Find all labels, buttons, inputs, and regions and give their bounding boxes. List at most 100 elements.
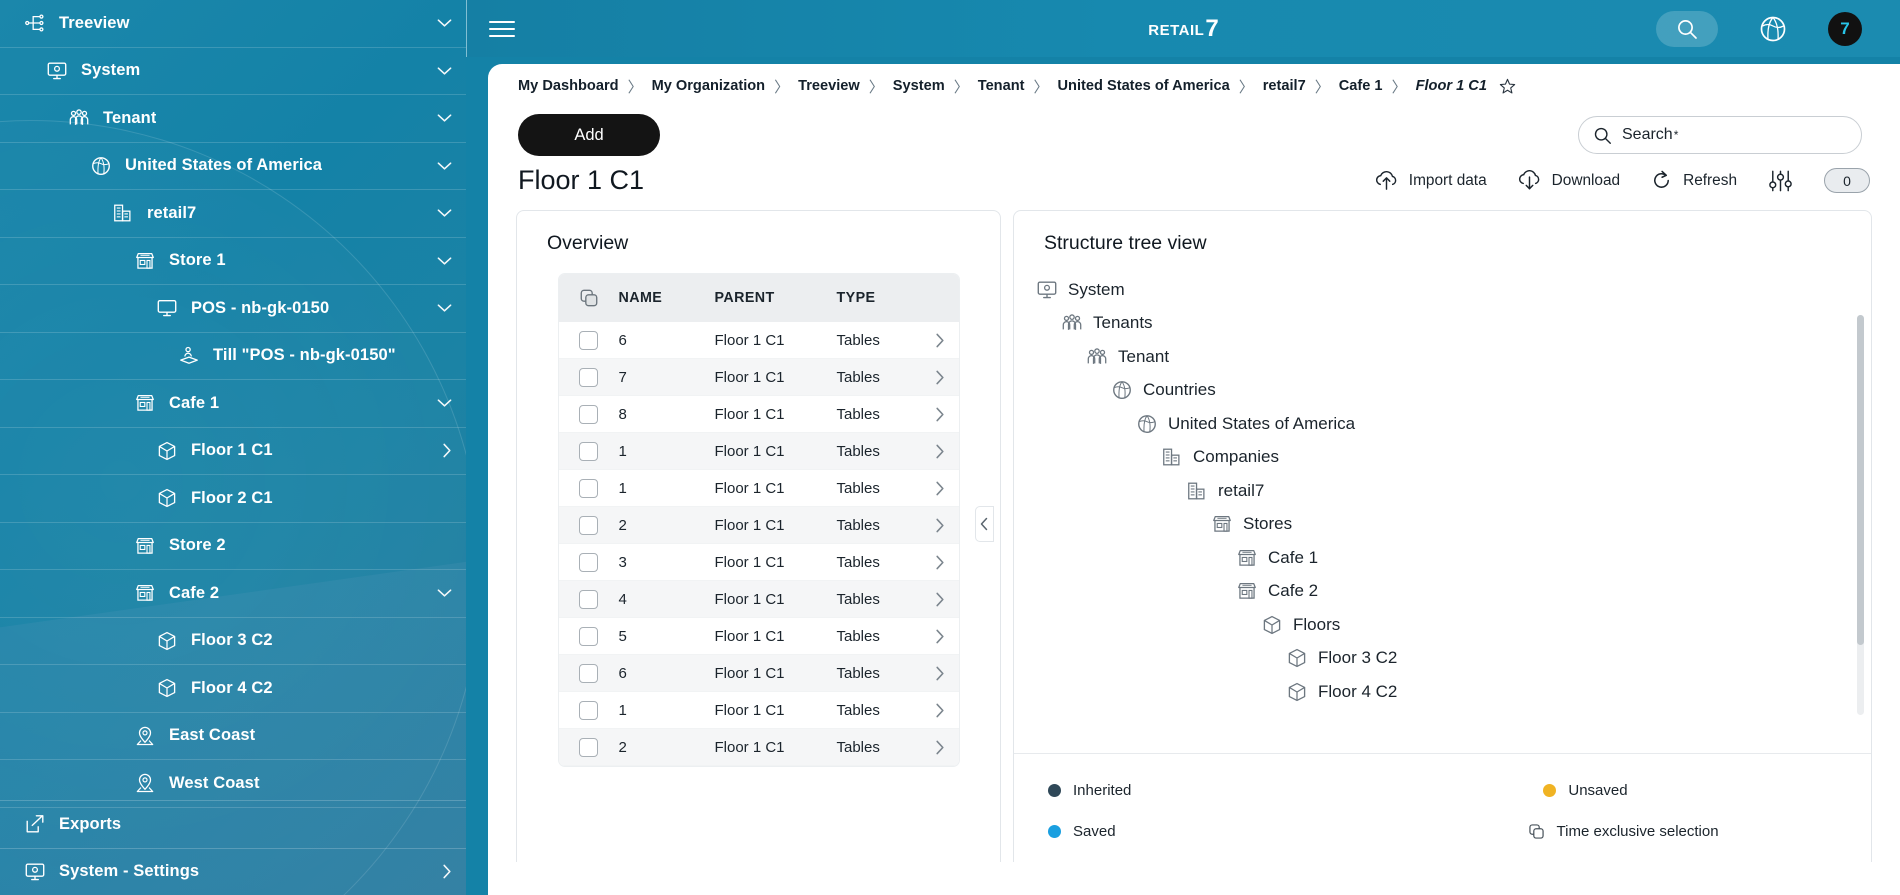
column-header-name[interactable]: NAME <box>619 290 715 306</box>
tree-node-tenant[interactable]: Tenant <box>1014 340 1871 374</box>
tree-scrollbar-thumb[interactable] <box>1857 315 1864 645</box>
row-checkbox[interactable] <box>559 552 619 572</box>
sidebar-item-exports[interactable]: Exports <box>0 800 466 848</box>
tree-node-companies[interactable]: Companies <box>1014 441 1871 475</box>
tree-node-stores[interactable]: Stores <box>1014 508 1871 542</box>
tree-node-system[interactable]: System <box>1014 273 1871 307</box>
sidebar-item-floor-2-c1[interactable]: Floor 2 C1 <box>0 475 466 523</box>
breadcrumb-item-cafe-1[interactable]: Cafe 1 <box>1339 78 1383 94</box>
sidebar-item-treeview[interactable]: Treeview <box>0 0 466 48</box>
table-row[interactable]: 1 Floor 1 C1 Tables <box>558 433 959 470</box>
filter-settings-button[interactable] <box>1767 169 1794 193</box>
row-open-arrow[interactable] <box>929 407 959 422</box>
breadcrumb-item-system[interactable]: System <box>893 78 945 94</box>
row-open-arrow[interactable] <box>929 592 959 607</box>
expand-chevron[interactable] <box>437 66 452 76</box>
tree-node-floors[interactable]: Floors <box>1014 608 1871 642</box>
add-button[interactable]: Add <box>518 114 660 156</box>
row-checkbox[interactable] <box>559 441 619 461</box>
expand-chevron[interactable] <box>437 398 452 408</box>
tree-node-cafe-2[interactable]: Cafe 2 <box>1014 575 1871 609</box>
row-open-arrow[interactable] <box>929 740 959 755</box>
user-avatar[interactable]: 7 <box>1828 11 1862 46</box>
sidebar-item-till-pos-nb-gk-0150[interactable]: Till "POS - nb-gk-0150" <box>0 333 466 380</box>
sidebar-item-pos-nb-gk-0150[interactable]: POS - nb-gk-0150 <box>0 285 466 333</box>
tree-node-retail7[interactable]: retail7 <box>1014 474 1871 508</box>
import-data-button[interactable]: Import data <box>1374 170 1487 192</box>
star-outline-icon[interactable] <box>1499 78 1516 95</box>
row-checkbox[interactable] <box>559 589 619 609</box>
table-row[interactable]: 3 Floor 1 C1 Tables <box>558 544 959 581</box>
sidebar-item-united-states-of-america[interactable]: United States of America <box>0 143 466 190</box>
tree-node-floor-4-c2[interactable]: Floor 4 C2 <box>1014 675 1871 709</box>
sidebar-item-floor-4-c2[interactable]: Floor 4 C2 <box>0 665 466 713</box>
row-checkbox[interactable] <box>559 626 619 646</box>
select-all-cell[interactable] <box>559 288 619 308</box>
row-checkbox[interactable] <box>559 330 619 350</box>
table-row[interactable]: 6 Floor 1 C1 Tables <box>558 322 959 359</box>
row-open-arrow[interactable] <box>929 629 959 644</box>
global-search-button[interactable] <box>1656 10 1718 47</box>
column-header-type[interactable]: TYPE <box>837 290 929 306</box>
table-row[interactable]: 7 Floor 1 C1 Tables <box>558 359 959 396</box>
language-globe-button[interactable] <box>1758 14 1788 44</box>
expand-chevron[interactable] <box>437 208 452 218</box>
table-row[interactable]: 8 Floor 1 C1 Tables <box>558 396 959 433</box>
sidebar-item-store-1[interactable]: Store 1 <box>0 238 466 285</box>
sidebar-item-store-2[interactable]: Store 2 <box>0 523 466 570</box>
sidebar-item-system[interactable]: System <box>0 48 466 95</box>
table-row[interactable]: 6 Floor 1 C1 Tables <box>558 655 959 692</box>
search-input[interactable]: Search * <box>1578 116 1862 154</box>
sidebar-item-retail7[interactable]: retail7 <box>0 190 466 238</box>
tree-node-countries[interactable]: Countries <box>1014 374 1871 408</box>
panel-collapse-handle[interactable] <box>975 506 994 542</box>
row-checkbox[interactable] <box>559 663 619 683</box>
breadcrumb-item-treeview[interactable]: Treeview <box>798 78 860 94</box>
expand-chevron[interactable] <box>437 113 452 123</box>
expand-chevron[interactable] <box>442 864 452 879</box>
row-open-arrow[interactable] <box>929 666 959 681</box>
table-row[interactable]: 2 Floor 1 C1 Tables <box>558 729 959 766</box>
row-checkbox[interactable] <box>559 367 619 387</box>
sidebar-item-cafe-2[interactable]: Cafe 2 <box>0 570 466 618</box>
row-checkbox[interactable] <box>559 404 619 424</box>
tree-node-floor-3-c2[interactable]: Floor 3 C2 <box>1014 642 1871 676</box>
row-open-arrow[interactable] <box>929 703 959 718</box>
sidebar-item-east-coast[interactable]: East Coast <box>0 713 466 760</box>
hamburger-menu-icon[interactable] <box>489 20 515 38</box>
expand-chevron[interactable] <box>437 588 452 598</box>
breadcrumb-item-united-states-of-america[interactable]: United States of America <box>1058 78 1230 94</box>
sidebar-item-cafe-1[interactable]: Cafe 1 <box>0 380 466 428</box>
row-checkbox[interactable] <box>559 700 619 720</box>
row-open-arrow[interactable] <box>929 333 959 348</box>
column-header-parent[interactable]: PARENT <box>715 290 837 306</box>
table-row[interactable]: 5 Floor 1 C1 Tables <box>558 618 959 655</box>
sidebar-item-floor-1-c1[interactable]: Floor 1 C1 <box>0 428 466 475</box>
table-row[interactable]: 4 Floor 1 C1 Tables <box>558 581 959 618</box>
row-open-arrow[interactable] <box>929 481 959 496</box>
row-open-arrow[interactable] <box>929 370 959 385</box>
sidebar-item-tenant[interactable]: Tenant <box>0 95 466 143</box>
refresh-button[interactable]: Refresh <box>1650 169 1737 192</box>
row-open-arrow[interactable] <box>929 518 959 533</box>
expand-chevron[interactable] <box>437 161 452 171</box>
breadcrumb-item-my-dashboard[interactable]: My Dashboard <box>518 78 619 94</box>
download-button[interactable]: Download <box>1517 169 1620 192</box>
tree-node-tenants[interactable]: Tenants <box>1014 307 1871 341</box>
table-row[interactable]: 2 Floor 1 C1 Tables <box>558 507 959 544</box>
tree-node-cafe-1[interactable]: Cafe 1 <box>1014 541 1871 575</box>
breadcrumb-item-retail7[interactable]: retail7 <box>1263 78 1306 94</box>
tree-node-united-states-of-america[interactable]: United States of America <box>1014 407 1871 441</box>
expand-chevron[interactable] <box>437 256 452 266</box>
row-checkbox[interactable] <box>559 737 619 757</box>
row-checkbox[interactable] <box>559 478 619 498</box>
expand-chevron[interactable] <box>442 443 452 458</box>
table-row[interactable]: 1 Floor 1 C1 Tables <box>558 692 959 729</box>
row-checkbox[interactable] <box>559 515 619 535</box>
sidebar-item-system-settings[interactable]: System - Settings <box>0 847 466 895</box>
expand-chevron[interactable] <box>437 303 452 313</box>
row-open-arrow[interactable] <box>929 555 959 570</box>
breadcrumb-item-tenant[interactable]: Tenant <box>978 78 1025 94</box>
table-row[interactable]: 1 Floor 1 C1 Tables <box>558 470 959 507</box>
selection-counter[interactable]: 0 <box>1824 168 1870 193</box>
